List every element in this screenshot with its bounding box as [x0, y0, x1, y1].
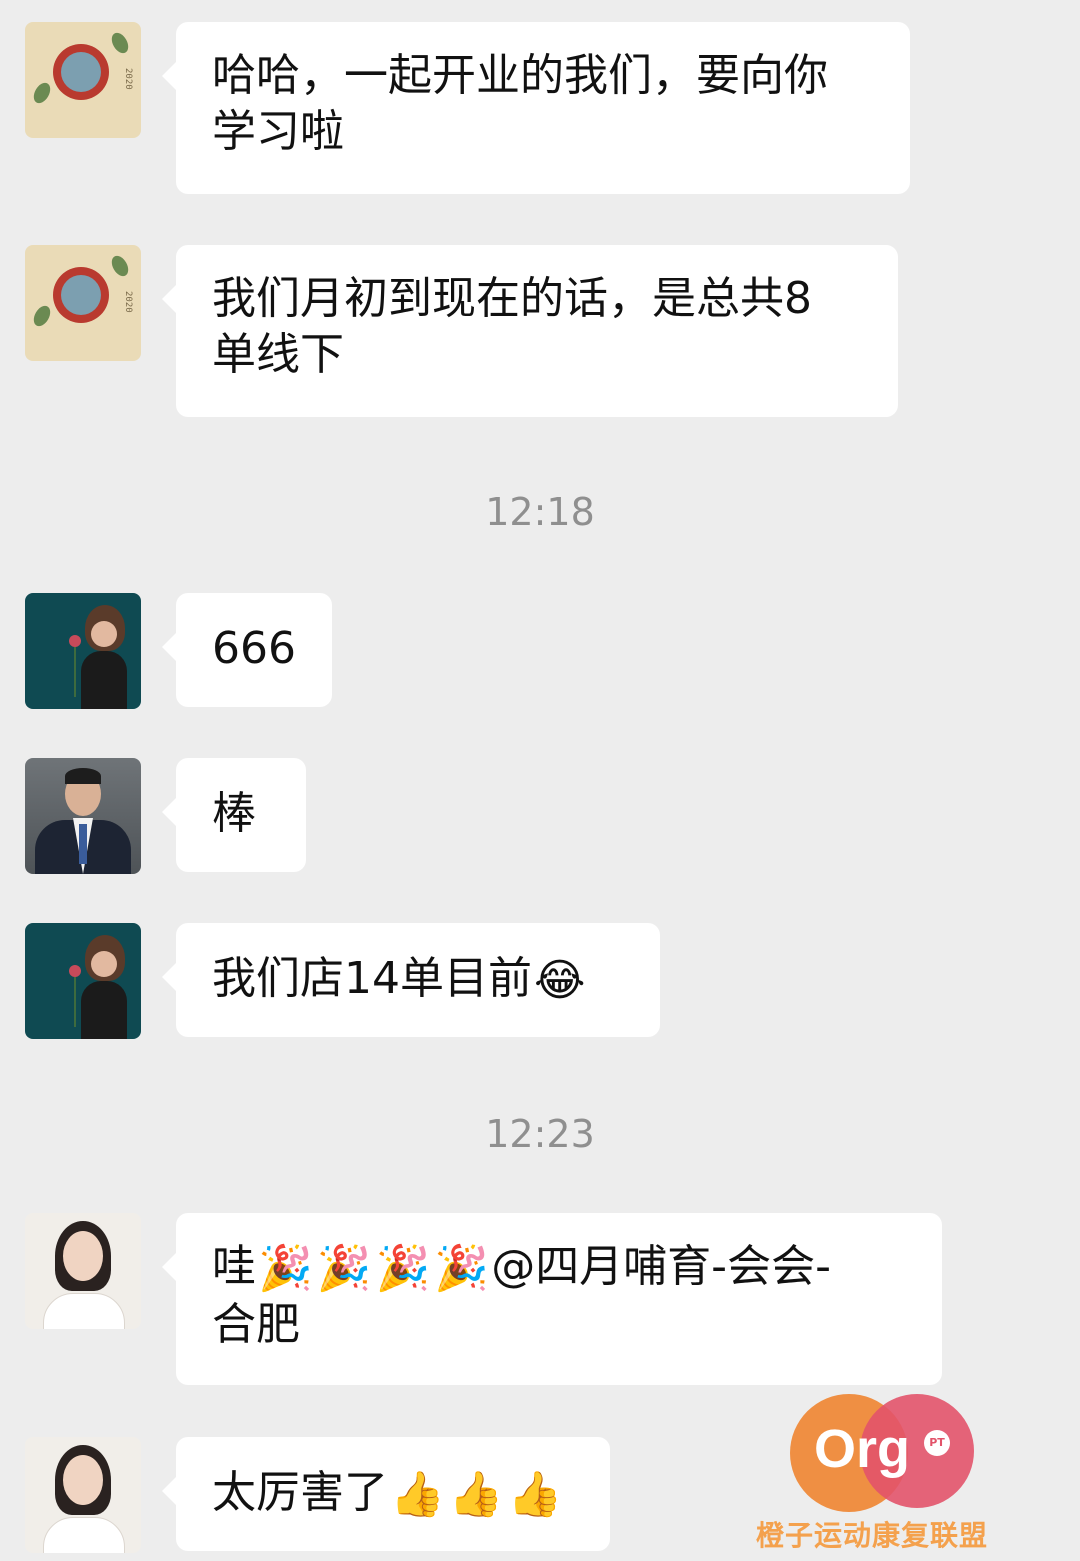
avatar[interactable]: [25, 1437, 141, 1553]
message-bubble[interactable]: 我们店14单目前😂: [162, 923, 660, 1037]
message-text: 合肥: [212, 1299, 300, 1350]
timestamp: 12:23: [485, 1112, 595, 1156]
message-text: 哈哈，一起开业的我们，要向你: [212, 50, 828, 101]
avatar[interactable]: [25, 758, 141, 874]
message-text: 棒: [212, 788, 256, 839]
message-text: 哇: [212, 1241, 256, 1292]
message-text: 666: [212, 623, 296, 674]
party-popper-icon: 🎉: [375, 1243, 431, 1294]
message-bubble[interactable]: 哇🎉🎉🎉🎉@四月哺育-会会- 合肥: [162, 1213, 942, 1385]
thumbs-up-icon: 👍: [448, 1469, 504, 1520]
watermark-org-text: Org: [814, 1419, 911, 1479]
message-text: 我们店14单目前: [212, 953, 532, 1004]
message-bubble[interactable]: 我们月初到现在的话，是总共8 单线下: [162, 245, 898, 417]
message-text: 单线下: [212, 329, 344, 380]
laughing-emoji-icon: 😂: [534, 955, 586, 1006]
avatar[interactable]: [25, 1213, 141, 1329]
message-bubble[interactable]: 棒: [162, 758, 306, 872]
avatar[interactable]: [25, 923, 141, 1039]
watermark-pt-badge: PT: [924, 1430, 950, 1456]
avatar[interactable]: 2020: [25, 22, 141, 138]
watermark-name: 橙子运动康复联盟: [756, 1519, 989, 1552]
party-popper-icon: 🎉: [258, 1243, 313, 1294]
message-bubble[interactable]: 666: [162, 593, 332, 707]
avatar[interactable]: [25, 593, 141, 709]
message-text: 学习啦: [212, 106, 344, 157]
message-text: 我们月初到现在的话，是总共8: [212, 273, 812, 324]
watermark-logo: Org PT 橙子运动康复联盟: [748, 1390, 1018, 1558]
party-popper-icon: 🎉: [434, 1243, 490, 1294]
message-bubble[interactable]: 太厉害了👍👍👍: [162, 1437, 610, 1551]
avatar-year: 2020: [123, 68, 133, 90]
message-text: 太厉害了: [212, 1467, 388, 1518]
avatar-year: 2020: [123, 291, 133, 313]
party-popper-icon: 🎉: [316, 1243, 372, 1294]
message-bubble[interactable]: 哈哈，一起开业的我们，要向你 学习啦: [162, 22, 910, 194]
thumbs-up-icon: 👍: [507, 1469, 563, 1520]
avatar[interactable]: 2020: [25, 245, 141, 361]
mention-text[interactable]: @四月哺育-会会-: [491, 1241, 831, 1292]
thumbs-up-icon: 👍: [390, 1469, 445, 1520]
timestamp: 12:18: [485, 490, 595, 534]
